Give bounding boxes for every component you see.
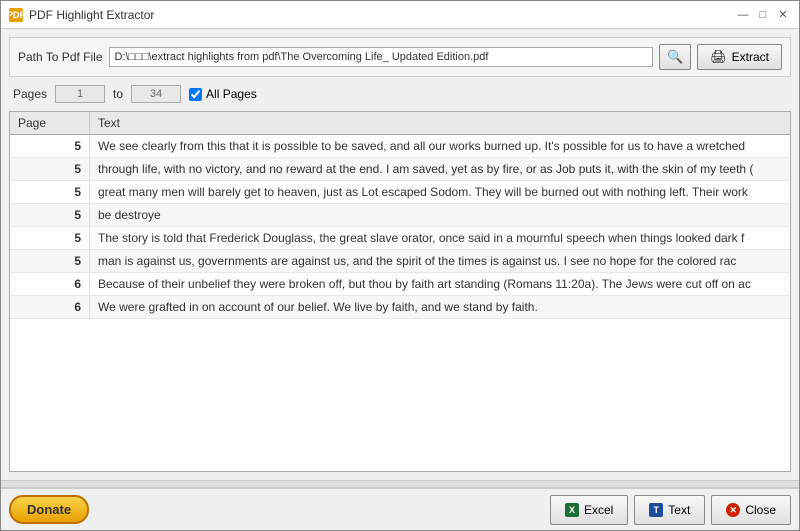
app-icon: PDF <box>9 8 23 22</box>
close-label: Close <box>745 503 776 517</box>
text-label: Text <box>668 503 690 517</box>
row-text-value: Because of their unbelief they were brok… <box>90 273 790 295</box>
all-pages-checkbox[interactable] <box>189 88 202 101</box>
pages-row: Pages to All Pages <box>9 83 791 105</box>
table-row[interactable]: 6 We were grafted in on account of our b… <box>10 296 790 319</box>
title-bar: PDF PDF Highlight Extractor — □ ✕ <box>1 1 799 29</box>
table-row[interactable]: 5 The story is told that Frederick Dougl… <box>10 227 790 250</box>
row-page-value: 5 <box>10 181 90 203</box>
row-page-value: 5 <box>10 250 90 272</box>
app-icon-text: PDF <box>7 10 25 20</box>
column-header-text: Text <box>90 112 790 134</box>
row-text-value: We see clearly from this that it is poss… <box>90 135 790 157</box>
row-page-value: 6 <box>10 296 90 318</box>
page-to-input[interactable] <box>131 85 181 103</box>
text-icon: T <box>649 503 663 517</box>
table-row[interactable]: 5 through life, with no victory, and no … <box>10 158 790 181</box>
column-header-page: Page <box>10 112 90 134</box>
excel-button[interactable]: X Excel <box>550 495 628 525</box>
extract-icon: 🖨 <box>710 49 727 65</box>
status-bar <box>1 480 799 488</box>
window-title: PDF Highlight Extractor <box>29 8 154 22</box>
table-row[interactable]: 5 be destroye <box>10 204 790 227</box>
table-body: 5 We see clearly from this that it is po… <box>10 135 790 470</box>
to-label: to <box>113 87 123 101</box>
donate-button[interactable]: Donate <box>9 495 89 524</box>
text-button[interactable]: T Text <box>634 495 705 525</box>
row-page-value: 6 <box>10 273 90 295</box>
close-icon: ✕ <box>726 503 740 517</box>
path-input[interactable] <box>109 47 654 67</box>
content-area: Path To Pdf File 🔍 🖨 Extract Pages to Al… <box>1 29 799 480</box>
pages-label: Pages <box>13 87 47 101</box>
row-text-value: be destroye <box>90 204 790 226</box>
all-pages-text: All Pages <box>206 87 257 101</box>
table-row[interactable]: 5 man is against us, governments are aga… <box>10 250 790 273</box>
row-text-value: great many men will barely get to heaven… <box>90 181 790 203</box>
window-controls: — □ ✕ <box>735 8 791 22</box>
table-row[interactable]: 5 We see clearly from this that it is po… <box>10 135 790 158</box>
right-buttons: X Excel T Text ✕ Close <box>550 495 791 525</box>
row-page-value: 5 <box>10 204 90 226</box>
path-label: Path To Pdf File <box>18 50 103 64</box>
extract-label: Extract <box>732 50 769 64</box>
excel-label: Excel <box>584 503 613 517</box>
close-window-button[interactable]: ✕ <box>775 8 791 22</box>
row-text-value: man is against us, governments are again… <box>90 250 790 272</box>
close-button[interactable]: ✕ Close <box>711 495 791 525</box>
extract-button[interactable]: 🖨 Extract <box>697 44 782 70</box>
row-text-value: The story is told that Frederick Douglas… <box>90 227 790 249</box>
maximize-button[interactable]: □ <box>755 8 771 22</box>
table-row[interactable]: 5 great many men will barely get to heav… <box>10 181 790 204</box>
row-page-value: 5 <box>10 135 90 157</box>
row-page-value: 5 <box>10 227 90 249</box>
results-table: Page Text 5 We see clearly from this tha… <box>9 111 791 472</box>
browse-button[interactable]: 🔍 <box>659 44 691 70</box>
bottom-bar: Donate X Excel T Text ✕ Close <box>1 488 799 530</box>
all-pages-label[interactable]: All Pages <box>189 87 257 101</box>
title-bar-left: PDF PDF Highlight Extractor <box>9 8 154 22</box>
main-window: PDF PDF Highlight Extractor — □ ✕ Path T… <box>0 0 800 531</box>
table-header: Page Text <box>10 112 790 135</box>
row-page-value: 5 <box>10 158 90 180</box>
table-row[interactable]: 6 Because of their unbelief they were br… <box>10 273 790 296</box>
excel-icon: X <box>565 503 579 517</box>
path-row: Path To Pdf File 🔍 🖨 Extract <box>9 37 791 77</box>
minimize-button[interactable]: — <box>735 8 751 22</box>
row-text-value: We were grafted in on account of our bel… <box>90 296 790 318</box>
search-icon: 🔍 <box>667 49 683 65</box>
page-from-input[interactable] <box>55 85 105 103</box>
row-text-value: through life, with no victory, and no re… <box>90 158 790 180</box>
